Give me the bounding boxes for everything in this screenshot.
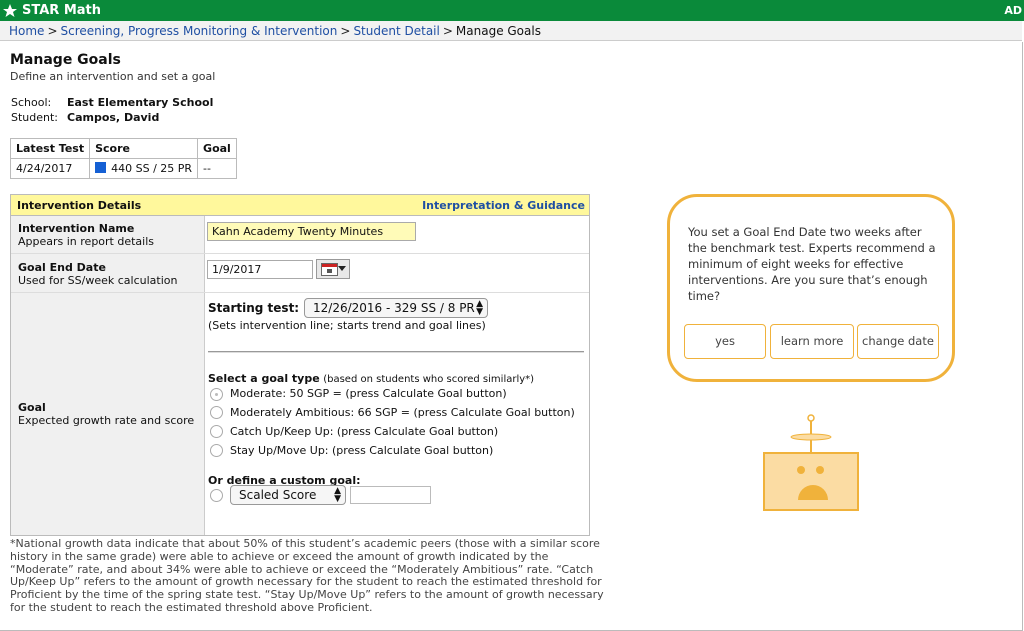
goal-end-date-row: Goal End Date Used for SS/week calculati… [11,254,589,293]
goal-type-heading: Select a goal type (based on students wh… [208,372,534,385]
student-info: School: East Elementary School Student: Ca… [11,95,213,125]
goal-type-note: (based on students who scored similarly*… [323,374,535,385]
custom-goal-radio[interactable] [210,489,223,502]
intervention-name-row: Intervention Name Appears in report deta… [11,216,589,254]
breadcrumb-home[interactable]: Home [9,24,44,38]
breadcrumb-screening[interactable]: Screening, Progress Monitoring & Interve… [61,24,338,38]
intervention-name-label: Intervention Name [18,222,135,235]
custom-goal-value-input[interactable] [350,486,431,504]
breadcrumb-student-detail[interactable]: Student Detail [353,24,439,38]
goal-option-stay-up: Stay Up/Move Up: (press Calculate Goal b… [230,444,494,457]
dropdown-arrow-icon [338,266,346,271]
goal-label-cell: Goal Expected growth rate and score [11,293,205,535]
intervention-name-desc: Appears in report details [18,235,155,248]
goal-end-date-label-cell: Goal End Date Used for SS/week calculati… [11,254,205,292]
intervention-name-label-cell: Intervention Name Appears in report deta… [11,216,205,253]
intervention-details-header: Intervention Details Interpretation & Gu… [11,195,589,216]
student-name: Campos, David [67,111,160,124]
goal-type-label: Select a goal type [208,372,320,385]
page-subtitle: Define an intervention and set a goal [10,70,216,83]
intervention-details-panel: Intervention Details Interpretation & Gu… [10,194,590,536]
learn-more-button[interactable]: learn more [770,324,854,359]
assistant-speech-bubble: You set a Goal End Date two weeks after … [667,194,955,382]
starting-test-value: 12/26/2016 - 329 SS / 8 PR [313,301,475,315]
change-date-button[interactable]: change date [857,324,939,359]
goal-option-catch-up: Catch Up/Keep Up: (press Calculate Goal … [230,425,499,438]
score-color-icon [95,162,107,173]
breadcrumb-current: Manage Goals [455,24,541,38]
section-divider [208,351,584,353]
app-header: STAR Math AD [0,0,1024,21]
intervention-details-title: Intervention Details [17,199,142,212]
goal-header: Goal [197,138,237,159]
app-title: STAR Math [22,3,101,18]
goal-label: Goal [18,401,46,414]
score-header: Score [89,138,199,159]
goal-row: Goal Expected growth rate and score Star… [11,293,589,535]
page-title: Manage Goals [10,52,121,68]
latest-test-date: 4/24/2017 [9,158,91,179]
yes-button[interactable]: yes [684,324,766,359]
star-logo-icon [3,4,17,17]
latest-test-table: Latest Test Score Goal 4/24/2017 440 SS … [9,138,237,179]
latest-test-header: Latest Test [9,138,91,159]
breadcrumb-separator: > [340,24,351,38]
calendar-icon [321,263,338,276]
breadcrumb-separator: > [47,24,58,38]
custom-goal-type-select[interactable]: Scaled Score ▲ ▼ [230,485,346,505]
intervention-name-input[interactable]: Kahn Academy Twenty Minutes [207,222,416,241]
select-arrows-icon: ▲ ▼ [476,299,483,317]
breadcrumb: Home > Screening, Progress Monitoring & In… [0,21,1022,41]
assistant-message: You set a Goal End Date two weeks after … [688,225,936,303]
goal-option-radio-moderately-ambitious[interactable] [210,406,223,419]
score-value: 440 SS / 25 PR [111,162,193,175]
goal-option-radio-catch-up[interactable] [210,425,223,438]
school-label: School: [11,96,52,109]
goal-option-radio-moderate[interactable] [210,388,223,401]
custom-goal-type-value: Scaled Score [239,488,317,502]
breadcrumb-separator: > [442,24,453,38]
interpretation-guidance-link[interactable]: Interpretation & Guidance [422,199,585,212]
starting-test-select[interactable]: 12/26/2016 - 329 SS / 8 PR ▲ ▼ [304,298,488,318]
footnote: *National growth data indicate that abou… [10,537,604,614]
select-arrows-icon: ▲ ▼ [334,486,341,504]
goal-end-date-desc: Used for SS/week calculation [18,274,178,287]
goal-option-moderate: Moderate: 50 SGP = (press Calculate Goal… [230,387,507,400]
starting-test-note: (Sets intervention line; starts trend an… [208,319,486,332]
goal-desc: Expected growth rate and score [18,414,195,427]
goal-option-moderately-ambitious: Moderately Ambitious: 66 SGP = (press Ca… [230,406,575,419]
calendar-picker-button[interactable] [316,259,350,279]
student-label: Student: [11,111,59,124]
header-right-label[interactable]: AD [1004,4,1022,17]
starting-test-label: Starting test: [208,301,300,315]
goal-end-date-input[interactable]: 1/9/2017 [207,260,313,279]
goal-end-date-label: Goal End Date [18,261,106,274]
goal-option-radio-stay-up[interactable] [210,444,223,457]
goal-value: -- [197,158,237,179]
score-cell: 440 SS / 25 PR [89,158,199,179]
school-name: East Elementary School [67,96,214,109]
